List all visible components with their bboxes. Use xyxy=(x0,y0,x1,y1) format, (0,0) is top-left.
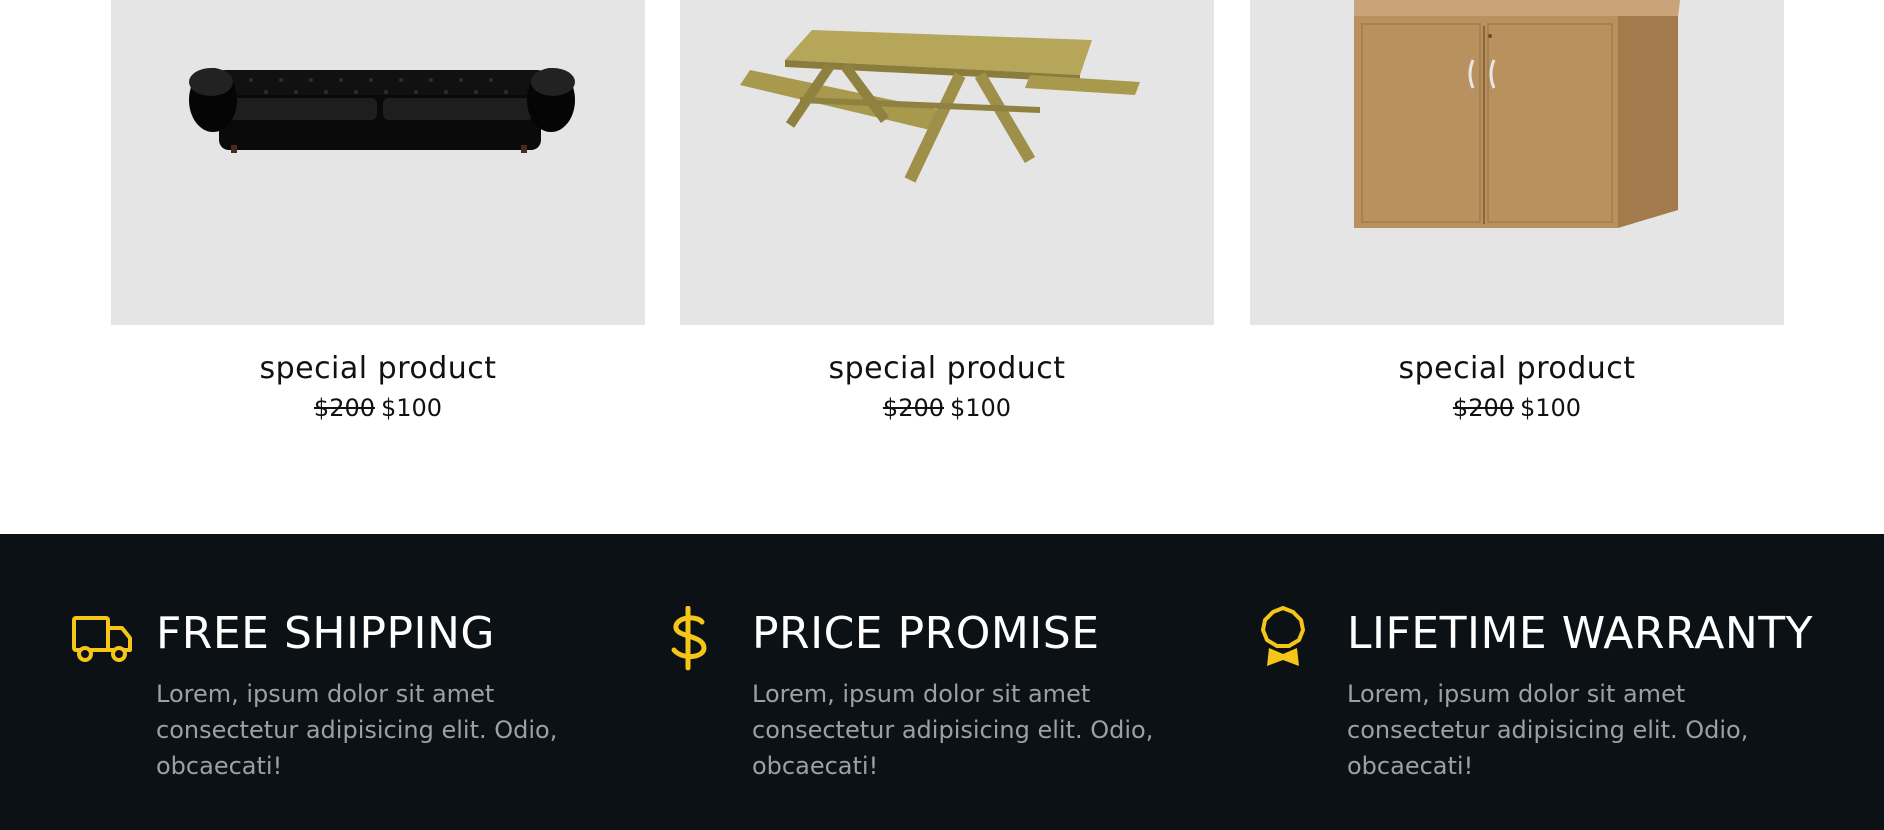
product-card[interactable]: special product $200 $100 xyxy=(680,0,1214,440)
feature-lifetime-warranty: LIFETIME WARRANTY Lorem, ipsum dolor sit… xyxy=(1261,606,1821,780)
product-price: $200 $100 xyxy=(111,393,645,423)
old-price: $200 xyxy=(882,394,944,422)
feature-heading: FREE SHIPPING xyxy=(156,608,496,659)
product-card[interactable]: special product $200 $100 xyxy=(111,0,645,440)
feature-price-promise: PRICE PROMISE Lorem, ipsum dolor sit ame… xyxy=(666,606,1226,780)
feature-text: Lorem, ipsum dolor sit amet consectetur … xyxy=(752,680,1154,780)
feature-text: Lorem, ipsum dolor sit amet consectetur … xyxy=(1347,680,1749,780)
product-price: $200 $100 xyxy=(1250,393,1784,423)
feature-text: Lorem, ipsum dolor sit amet consectetur … xyxy=(156,680,558,780)
old-price: $200 xyxy=(313,394,375,422)
feature-heading: LIFETIME WARRANTY xyxy=(1347,608,1814,659)
new-price: $100 xyxy=(950,394,1012,422)
product-title[interactable]: special product xyxy=(1250,351,1784,387)
product-image-cabinet[interactable] xyxy=(1250,0,1784,325)
truck-icon xyxy=(72,616,132,662)
dollar-icon xyxy=(671,606,707,671)
feature-heading: PRICE PROMISE xyxy=(752,608,1100,659)
product-card[interactable]: special product $200 $100 xyxy=(1250,0,1784,440)
product-title[interactable]: special product xyxy=(680,351,1214,387)
feature-free-shipping: FREE SHIPPING Lorem, ipsum dolor sit ame… xyxy=(70,606,630,780)
award-icon xyxy=(1261,606,1305,666)
product-image-picnic-table[interactable] xyxy=(680,0,1214,325)
new-price: $100 xyxy=(381,394,443,422)
product-title[interactable]: special product xyxy=(111,351,645,387)
product-image-sofa[interactable] xyxy=(111,0,645,325)
old-price: $200 xyxy=(1452,394,1514,422)
features-section: FREE SHIPPING Lorem, ipsum dolor sit ame… xyxy=(0,534,1884,830)
product-price: $200 $100 xyxy=(680,393,1214,423)
new-price: $100 xyxy=(1520,394,1582,422)
products-section: special product $200 $100 special product… xyxy=(0,0,1884,534)
